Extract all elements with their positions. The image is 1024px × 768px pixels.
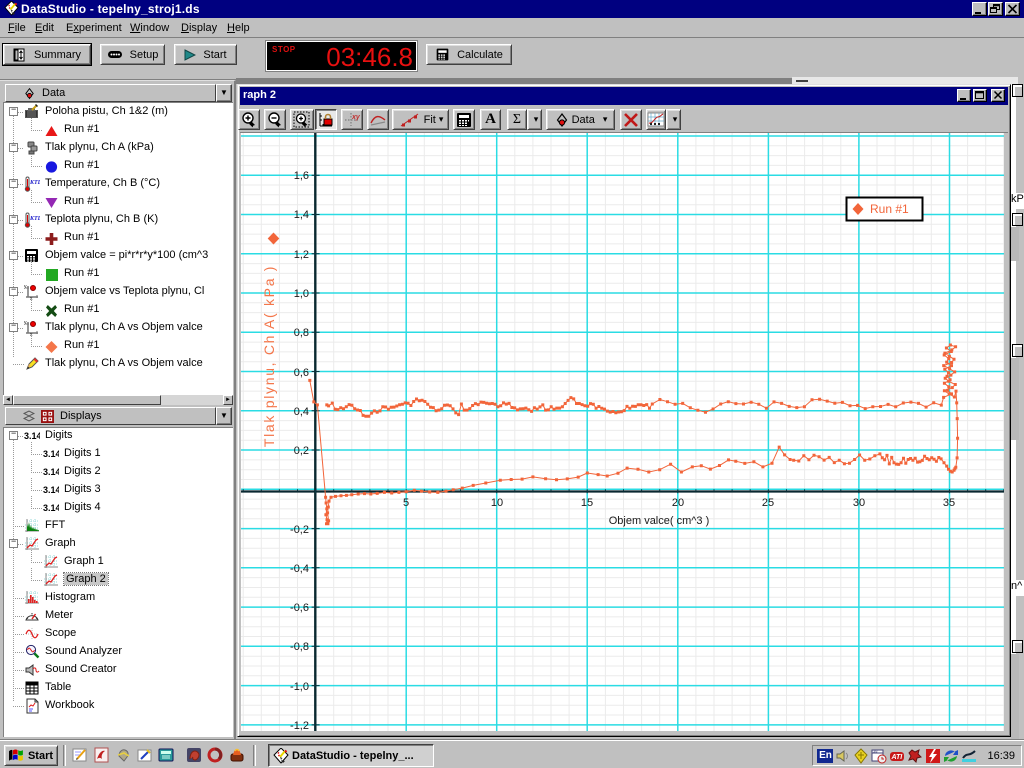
svg-text:0,2: 0,2 xyxy=(294,445,309,457)
svg-text:35: 35 xyxy=(943,497,955,509)
svg-text:0,6: 0,6 xyxy=(294,367,309,379)
svg-text:20: 20 xyxy=(672,497,684,509)
svg-text:Tlak plynu, Ch A( kPa ): Tlak plynu, Ch A( kPa ) xyxy=(261,265,277,447)
svg-text:-0,4: -0,4 xyxy=(290,563,309,575)
svg-text:25: 25 xyxy=(762,497,774,509)
svg-text:xy: xy xyxy=(351,114,361,121)
svg-text:Run #1: Run #1 xyxy=(870,202,909,216)
svg-text:-1,0: -1,0 xyxy=(290,681,309,693)
svg-text:0,4: 0,4 xyxy=(294,406,309,418)
svg-text:1,6: 1,6 xyxy=(294,170,309,182)
svg-text:1,2: 1,2 xyxy=(294,249,309,261)
svg-text:30: 30 xyxy=(853,497,865,509)
svg-text:38: 38 xyxy=(873,748,878,753)
svg-text:0,8: 0,8 xyxy=(294,327,309,339)
svg-text:ATI: ATI xyxy=(891,754,904,761)
svg-text:-0,6: -0,6 xyxy=(290,602,309,614)
svg-text:-1,2: -1,2 xyxy=(290,720,309,731)
svg-text:1,0: 1,0 xyxy=(294,288,309,300)
svg-text:1,4: 1,4 xyxy=(294,209,309,221)
svg-text:5: 5 xyxy=(403,497,409,509)
svg-text:Objem valce( cm^3 ): Objem valce( cm^3 ) xyxy=(609,515,710,527)
svg-text:10: 10 xyxy=(491,497,503,509)
svg-text:15: 15 xyxy=(581,497,593,509)
svg-text:-0,2: -0,2 xyxy=(290,524,309,536)
svg-text:-0,8: -0,8 xyxy=(290,641,309,653)
